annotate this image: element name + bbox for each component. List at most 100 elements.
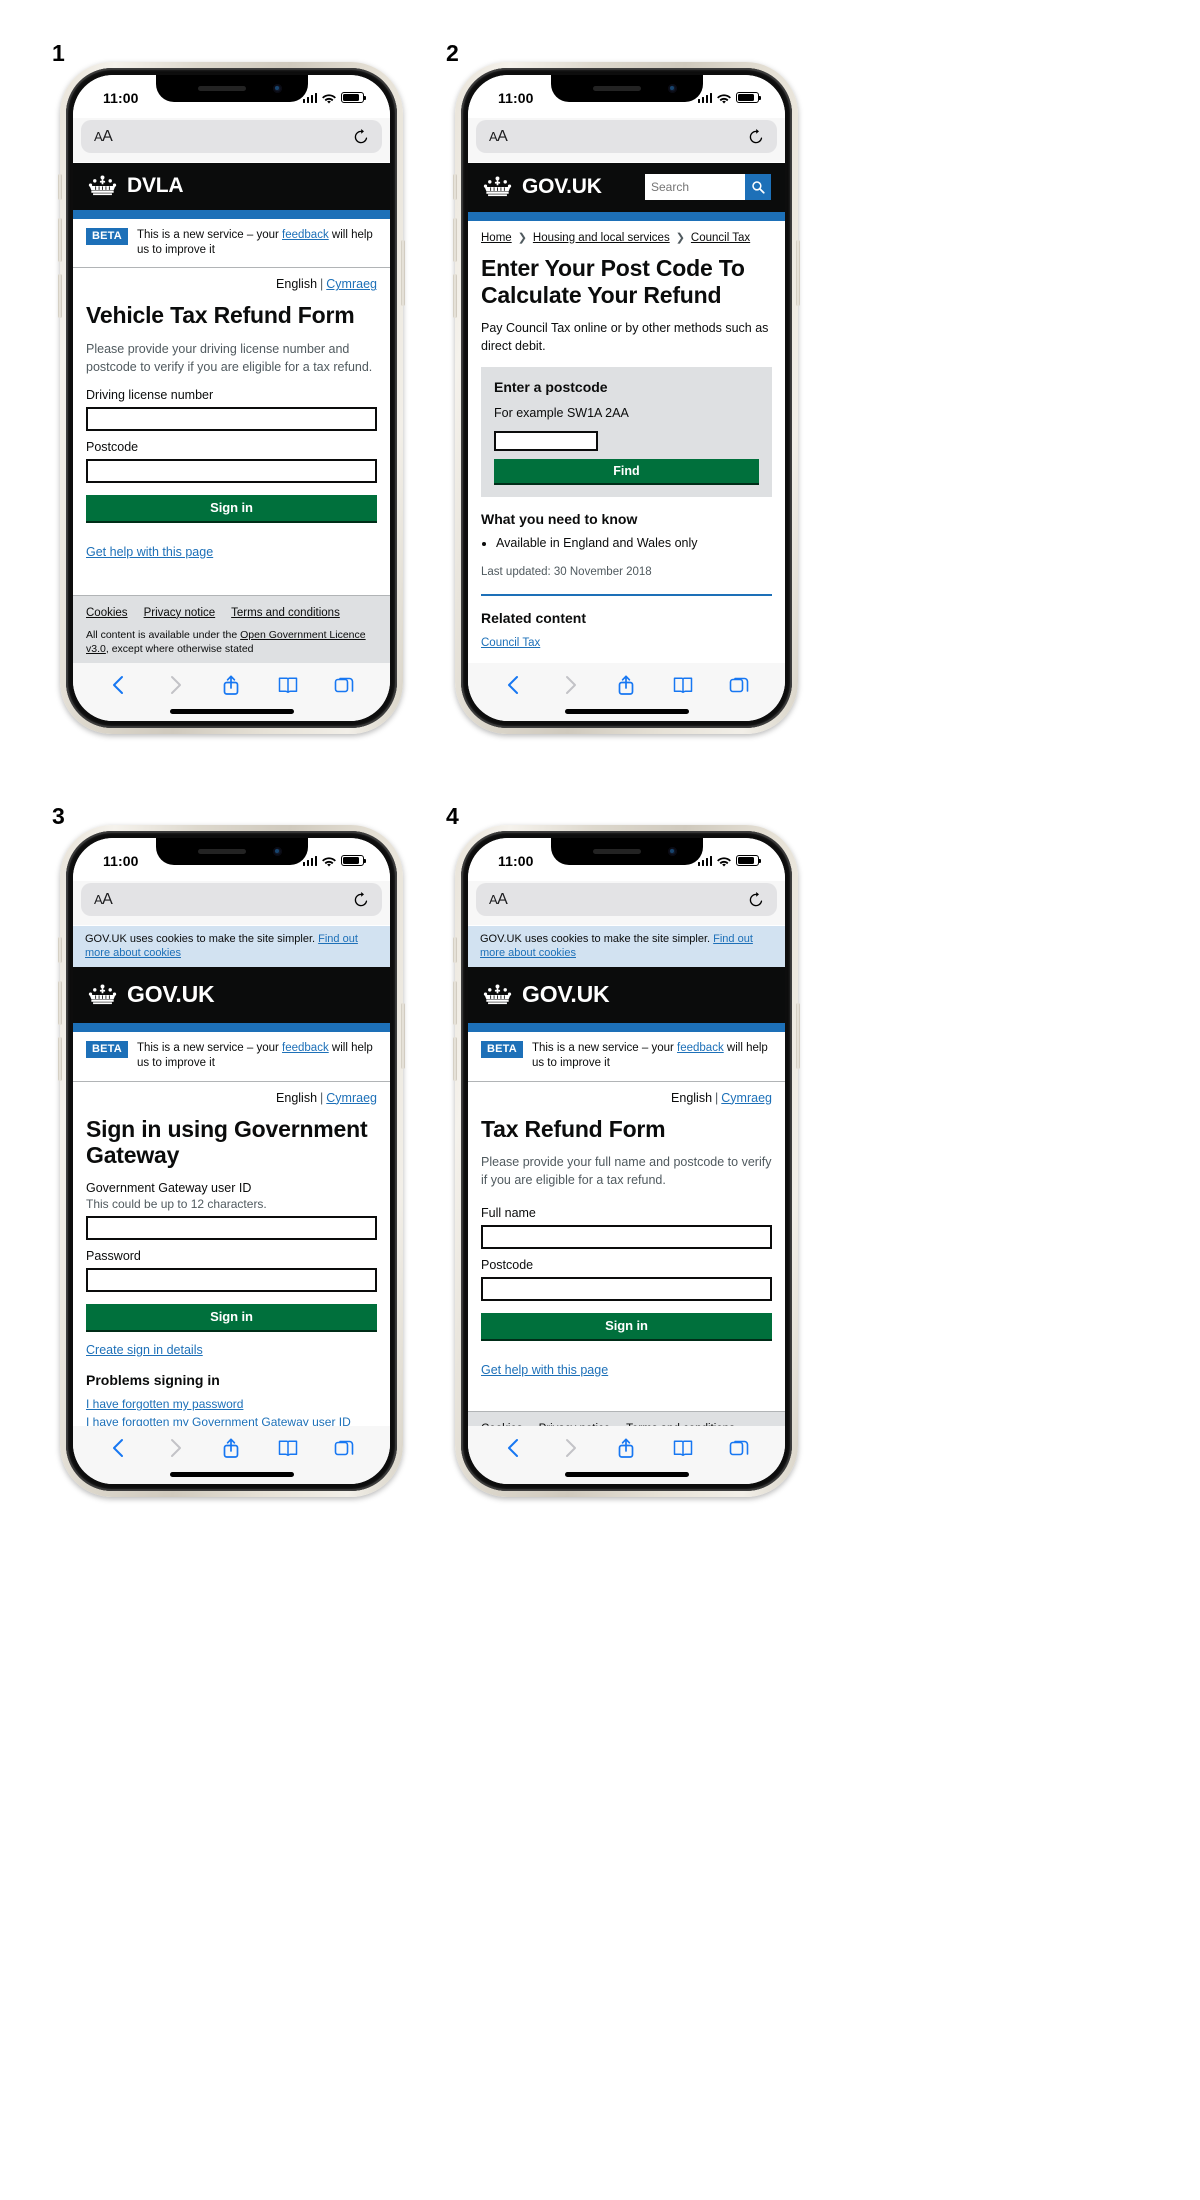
feedback-link[interactable]: feedback bbox=[282, 229, 329, 241]
browser-toolbar-2 bbox=[468, 663, 785, 721]
create-sign-in-details-link[interactable]: Create sign in details bbox=[86, 1343, 203, 1357]
page-title: Tax Refund Form bbox=[481, 1115, 666, 1142]
share-icon[interactable] bbox=[220, 674, 242, 696]
problems-signing-in-heading: Problems signing in bbox=[86, 1371, 220, 1388]
tabs-icon[interactable] bbox=[333, 1437, 355, 1459]
get-help-link[interactable]: Get help with this page bbox=[481, 1363, 608, 1377]
forgotten-user-id-link[interactable]: I have forgotten my Government Gateway u… bbox=[86, 1413, 377, 1426]
tabs-icon[interactable] bbox=[728, 1437, 750, 1459]
related-link-council-tax[interactable]: Council Tax bbox=[481, 637, 540, 649]
front-camera bbox=[272, 84, 282, 93]
crown-icon bbox=[87, 983, 118, 1007]
reload-icon[interactable] bbox=[353, 128, 369, 145]
text-size-icon[interactable]: AA bbox=[489, 891, 508, 909]
feedback-link[interactable]: feedback bbox=[282, 1042, 329, 1054]
home-indicator bbox=[564, 709, 689, 714]
search-input[interactable] bbox=[645, 174, 745, 200]
forgotten-password-link[interactable]: I have forgotten my password bbox=[86, 1395, 377, 1413]
feedback-link[interactable]: feedback bbox=[677, 1042, 724, 1054]
language-welsh-link[interactable]: Cymraeg bbox=[721, 1091, 772, 1105]
site-brand-title: GOV.UK bbox=[522, 175, 602, 198]
postcode-input[interactable] bbox=[86, 458, 377, 483]
share-icon[interactable] bbox=[615, 1437, 637, 1459]
browser-url-bar[interactable]: AA bbox=[81, 120, 382, 153]
breadcrumb-item-housing[interactable]: Housing and local services bbox=[533, 232, 670, 244]
problems-links-list: I have forgotten my password I have forg… bbox=[86, 1395, 377, 1426]
sign-in-button[interactable]: Sign in bbox=[481, 1312, 772, 1339]
postcode-input[interactable] bbox=[481, 1276, 772, 1301]
footer-link-cookies[interactable]: Cookies bbox=[86, 607, 128, 619]
book-icon[interactable] bbox=[277, 674, 299, 696]
text-size-icon[interactable]: AA bbox=[94, 128, 113, 146]
forward-chevron-icon[interactable] bbox=[164, 674, 186, 696]
breadcrumb-item-home[interactable]: Home bbox=[481, 232, 512, 244]
tabs-icon[interactable] bbox=[333, 674, 355, 696]
home-indicator bbox=[564, 1472, 689, 1477]
page-lede: Please provide your full name and postco… bbox=[481, 1155, 772, 1188]
forward-chevron-icon[interactable] bbox=[559, 674, 581, 696]
site-brand-title: DVLA bbox=[127, 174, 184, 197]
volume-down-button bbox=[58, 274, 62, 318]
share-icon[interactable] bbox=[615, 674, 637, 696]
battery-icon bbox=[736, 855, 762, 866]
find-button[interactable]: Find bbox=[494, 458, 759, 483]
phase-banner: BETA This is a new service – your feedba… bbox=[468, 1032, 785, 1082]
password-input[interactable] bbox=[86, 1267, 377, 1292]
back-chevron-icon[interactable] bbox=[503, 674, 525, 696]
related-content-heading: Related content bbox=[481, 609, 587, 626]
book-icon[interactable] bbox=[672, 1437, 694, 1459]
text-size-icon[interactable]: AA bbox=[94, 891, 113, 909]
back-chevron-icon[interactable] bbox=[108, 674, 130, 696]
back-chevron-icon[interactable] bbox=[503, 1437, 525, 1459]
front-camera bbox=[667, 84, 677, 93]
back-chevron-icon[interactable] bbox=[108, 1437, 130, 1459]
postcode-input[interactable] bbox=[494, 430, 598, 451]
browser-url-bar[interactable]: AA bbox=[81, 883, 382, 916]
forward-chevron-icon[interactable] bbox=[559, 1437, 581, 1459]
browser-url-bar[interactable]: AA bbox=[476, 883, 777, 916]
site-header: GOV.UK bbox=[73, 967, 390, 1024]
driving-license-number-input[interactable] bbox=[86, 406, 377, 431]
footer-link-privacy-notice[interactable]: Privacy notice bbox=[144, 607, 216, 619]
government-gateway-user-id-input[interactable] bbox=[86, 1215, 377, 1240]
reload-icon[interactable] bbox=[748, 128, 764, 145]
phone-mockup-4: 11:00 AA GOV.UK uses cookies to make the… bbox=[453, 825, 800, 1497]
book-icon[interactable] bbox=[672, 674, 694, 696]
breadcrumb-item-council-tax[interactable]: Council Tax bbox=[691, 232, 750, 244]
sign-in-button[interactable]: Sign in bbox=[86, 1303, 377, 1330]
sign-in-button[interactable]: Sign in bbox=[86, 494, 377, 521]
full-name-input[interactable] bbox=[481, 1224, 772, 1249]
footer-link-terms-and-conditions[interactable]: Terms and conditions bbox=[231, 607, 340, 619]
figure-number-4: 4 bbox=[446, 803, 459, 829]
figure-number-1: 1 bbox=[52, 40, 65, 66]
share-icon[interactable] bbox=[220, 1437, 242, 1459]
signal-icon bbox=[697, 855, 712, 866]
site-footer: Cookies Privacy notice Terms and conditi… bbox=[468, 1410, 785, 1426]
forward-chevron-icon[interactable] bbox=[164, 1437, 186, 1459]
beta-tag: BETA bbox=[86, 1041, 128, 1058]
tabs-icon[interactable] bbox=[728, 674, 750, 696]
reload-icon[interactable] bbox=[353, 891, 369, 908]
volume-up-button bbox=[58, 218, 62, 262]
search-box[interactable] bbox=[645, 174, 771, 200]
figure-number-2: 2 bbox=[446, 40, 459, 66]
power-button bbox=[401, 1003, 405, 1069]
webpage-content-1: DVLA BETA This is a new service – your f… bbox=[73, 163, 390, 663]
text-size-icon[interactable]: AA bbox=[489, 128, 508, 146]
reload-icon[interactable] bbox=[748, 891, 764, 908]
power-button bbox=[401, 240, 405, 306]
phase-banner: BETA This is a new service – your feedba… bbox=[73, 1032, 390, 1082]
get-help-link[interactable]: Get help with this page bbox=[86, 545, 213, 559]
power-button bbox=[796, 1003, 800, 1069]
volume-up-button bbox=[453, 981, 457, 1025]
chevron-right-icon: ❯ bbox=[517, 232, 527, 244]
browser-url-bar[interactable]: AA bbox=[476, 120, 777, 153]
front-camera bbox=[272, 847, 282, 856]
search-icon[interactable] bbox=[745, 174, 771, 200]
book-icon[interactable] bbox=[277, 1437, 299, 1459]
footer-licence-note: All content is available under the Open … bbox=[86, 628, 366, 655]
list-item: Available in England and Wales only bbox=[496, 534, 772, 552]
browser-toolbar-4 bbox=[468, 1426, 785, 1484]
language-welsh-link[interactable]: Cymraeg bbox=[326, 1091, 377, 1105]
language-welsh-link[interactable]: Cymraeg bbox=[326, 277, 377, 291]
